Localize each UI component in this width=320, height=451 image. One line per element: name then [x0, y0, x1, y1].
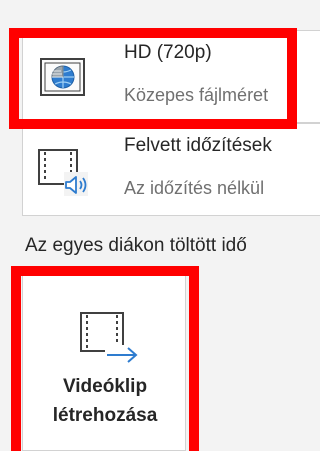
video-export-icon: [80, 312, 141, 367]
quality-title: HD (720p): [124, 42, 212, 63]
quality-description: Közepes fájlméret: [124, 85, 269, 105]
timings-narration-icon: [38, 149, 88, 196]
quality-dropdown[interactable]: HD (720p) Közepes fájlméret: [22, 30, 320, 123]
timings-title: Felvett időzítések: [124, 135, 272, 156]
timings-description: Az időzítés nélkül: [124, 178, 265, 198]
create-video-button[interactable]: Videóklip létrehozása: [22, 272, 186, 451]
per-slide-time-label: Az egyes diákon töltött idő: [25, 235, 247, 256]
create-video-label: Videóklip létrehozása: [23, 372, 187, 430]
hd-monitor-icon: [40, 58, 85, 96]
timings-dropdown[interactable]: Felvett időzítések Az időzítés nélkül: [22, 123, 320, 216]
create-video-label-line2: létrehozása: [52, 405, 158, 426]
create-video-label-line1: Videóklip: [62, 376, 148, 397]
